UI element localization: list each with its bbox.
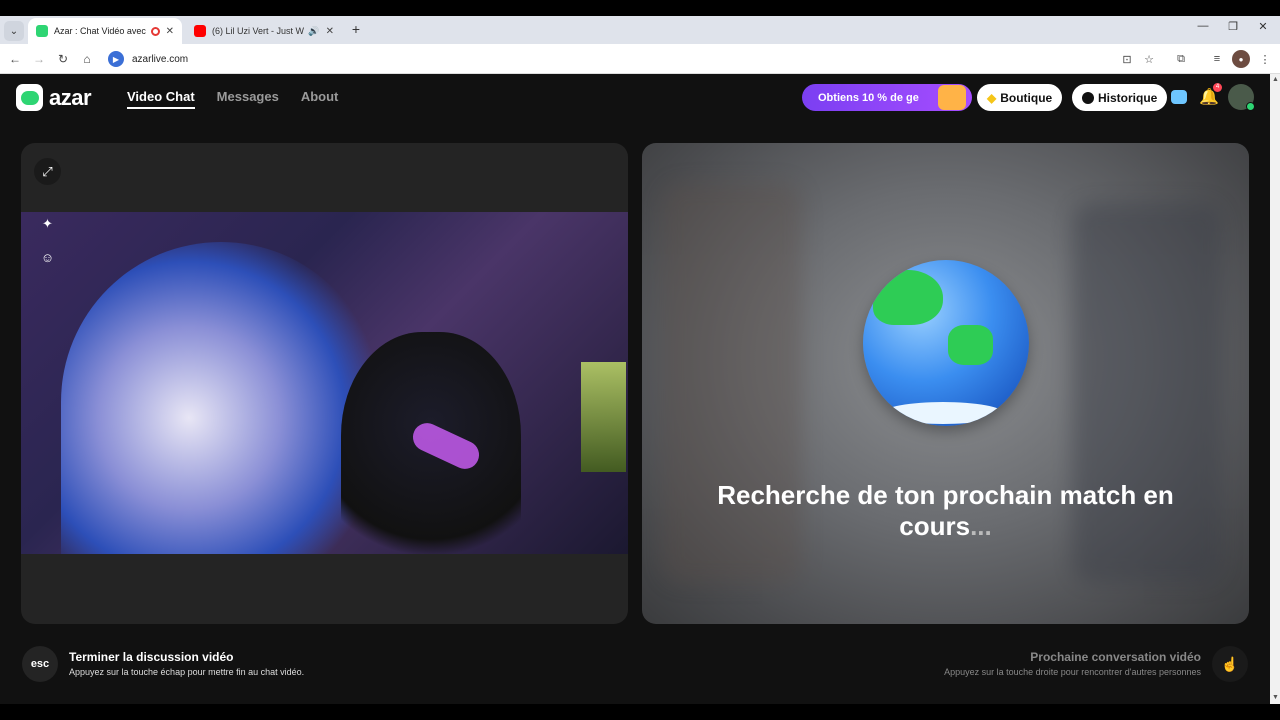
page-scrollbar[interactable]: ▲ ▼ (1270, 74, 1280, 704)
scroll-down-icon[interactable]: ▼ (1272, 694, 1279, 701)
bottom-letterbox (0, 704, 1280, 720)
azar-logo[interactable]: azar (16, 84, 92, 111)
maximize-icon[interactable]: ❐ (1218, 20, 1248, 33)
historique-label: Historique (1098, 90, 1158, 105)
back-icon[interactable]: ← (6, 50, 24, 68)
end-chat-hint: Appuyez sur la touche échap pour mettre … (69, 667, 305, 677)
notification-badge: 4 (1213, 83, 1222, 92)
youtube-favicon-icon (194, 25, 206, 37)
media-controls-icon[interactable]: ≡ (1208, 50, 1226, 68)
azar-logo-icon (16, 84, 43, 111)
globe-icon (863, 260, 1029, 426)
end-chat-title: Terminer la discussion vidéo (69, 650, 234, 664)
end-chat-button[interactable]: esc (22, 646, 58, 682)
url-text: azarlive.com (132, 53, 189, 65)
historique-button[interactable]: Historique (1072, 84, 1168, 111)
gift-mascot-icon (938, 85, 966, 110)
tab-youtube[interactable]: (6) Lil Uzi Vert - Just Wanna 🔊 ✕ (186, 18, 342, 44)
tab-title: Azar : Chat Vidéo avec de n (54, 26, 147, 36)
my-video-panel: ⤢ ✦ ☺ (21, 143, 628, 624)
promo-banner-button[interactable]: Obtiens 10 % de ge (802, 84, 972, 111)
match-video-panel: Recherche de ton prochain match en cours… (642, 143, 1249, 624)
home-icon[interactable]: ⌂ (78, 50, 96, 68)
browser-toolbar: ← → ↻ ⌂ ▶ azarlive.com ⊡ ☆ ⧉ ≡ ● ⋮ (0, 44, 1280, 74)
nav-video-chat[interactable]: Video Chat (127, 89, 195, 109)
browser-tabstrip: ⌄ Azar : Chat Vidéo avec de n ✕ (6) Lil … (0, 16, 1280, 44)
user-avatar[interactable] (1228, 84, 1255, 111)
minimize-icon[interactable]: — (1188, 20, 1218, 32)
nav-about[interactable]: About (301, 89, 339, 109)
tab-title: (6) Lil Uzi Vert - Just Wanna (212, 26, 304, 36)
promo-label: Obtiens 10 % de ge (818, 91, 919, 104)
tab-search-button[interactable]: ⌄ (4, 21, 24, 41)
clock-icon (1082, 91, 1094, 104)
notification-bell-icon[interactable]: 🔔 4 (1198, 83, 1222, 108)
gems-balance-icon[interactable] (1168, 86, 1190, 108)
next-chat-hint: Appuyez sur la touche droite pour rencon… (944, 667, 1201, 677)
my-camera-feed (21, 212, 628, 554)
scroll-up-icon[interactable]: ▲ (1272, 76, 1279, 83)
tab-azar[interactable]: Azar : Chat Vidéo avec de n ✕ (28, 18, 182, 44)
reload-icon[interactable]: ↻ (54, 50, 72, 68)
top-letterbox (0, 0, 1280, 16)
close-tab-icon[interactable]: ✕ (166, 26, 174, 37)
profile-avatar-icon[interactable]: ● (1232, 50, 1250, 68)
close-window-icon[interactable]: ✕ (1248, 20, 1278, 33)
boutique-label: Boutique (1000, 90, 1053, 105)
install-app-icon[interactable]: ⊡ (1118, 50, 1136, 68)
next-chat-button[interactable]: ☝ (1212, 646, 1248, 682)
next-chat-title: Prochaine conversation vidéo (1030, 650, 1201, 664)
esc-key-label: esc (30, 658, 50, 670)
new-tab-button[interactable]: + (346, 19, 366, 39)
beauty-effects-icon[interactable]: ✦ (34, 210, 61, 237)
azar-page: azar Video Chat Messages About Obtiens 1… (0, 74, 1270, 704)
minimize-video-icon[interactable]: ⤢ (34, 158, 61, 185)
site-info-icon[interactable]: ▶ (108, 51, 124, 67)
face-filter-icon[interactable]: ☺ (34, 244, 61, 271)
searching-status-text: Recherche de ton prochain match en cours… (672, 480, 1219, 542)
extensions-icon[interactable]: ⧉ (1172, 50, 1190, 68)
close-tab-icon[interactable]: ✕ (326, 26, 334, 37)
logo-text: azar (49, 84, 92, 110)
browser-menu-icon[interactable]: ⋮ (1256, 50, 1274, 68)
main-nav: Video Chat Messages About (127, 89, 338, 109)
nav-messages[interactable]: Messages (217, 89, 279, 109)
gem-icon: ◆ (987, 90, 997, 105)
searching-label: Recherche de ton prochain match en cours (717, 480, 1174, 541)
loading-dots: ... (970, 511, 992, 541)
online-status-icon (1246, 102, 1255, 111)
boutique-button[interactable]: ◆ Boutique (977, 84, 1063, 111)
address-bar[interactable]: ▶ azarlive.com (102, 48, 1102, 70)
azar-favicon-icon (36, 25, 48, 37)
hand-cursor-icon: ☝ (1221, 655, 1239, 672)
bookmark-star-icon[interactable]: ☆ (1140, 50, 1158, 68)
speaker-icon[interactable]: 🔊 (308, 26, 319, 37)
forward-icon[interactable]: → (30, 50, 48, 68)
recording-icon (150, 26, 160, 36)
